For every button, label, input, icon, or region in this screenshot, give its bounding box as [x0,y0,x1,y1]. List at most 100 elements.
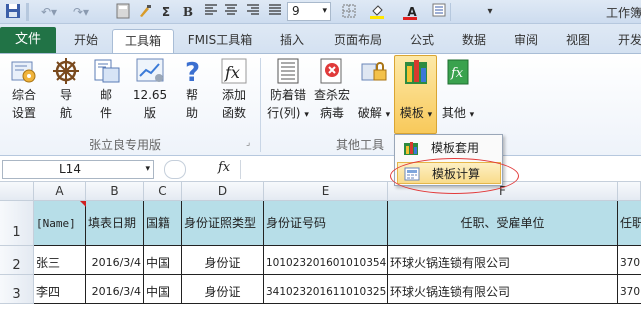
cell-f1[interactable]: 任职、受雇单位 [388,201,618,246]
cell-a1[interactable]: [Name] [34,201,86,246]
redo-icon[interactable]: ↷▾ [68,3,94,21]
general-settings-button[interactable]: 综合 设置 [6,56,42,122]
cell-f2[interactable]: 环球火锅连锁有限公司 [388,246,618,275]
name-box[interactable]: L14 ▾ [2,160,154,179]
template-calc-icon [404,166,420,182]
cell-e1[interactable]: 身份证号码 [264,201,388,246]
tab-page-layout[interactable]: 页面布局 [326,29,390,53]
menu-item-template-calc[interactable]: 模板计算 [397,162,501,184]
chevron-down-icon[interactable]: ▾ [145,161,150,178]
menu-item-label: 模板计算 [432,167,481,181]
menu-item-template-apply[interactable]: 模板套用 [397,137,501,159]
row-guard-button[interactable]: 防着错 行(列) ▾ [266,56,310,124]
cell-e2[interactable]: 101023201601010354 [264,246,388,275]
save-icon[interactable] [4,3,22,21]
button-label-line2: 航 [59,106,72,120]
cell-d2[interactable]: 身份证 [182,246,264,275]
tab-data[interactable]: 数据 [454,29,494,53]
group-label-other-tools: 其他工具 [335,138,384,152]
formula-bar-resize-handle[interactable] [164,160,186,179]
align-left-icon[interactable] [202,3,220,21]
template-button[interactable]: 模板 ▾ [395,56,437,124]
ribbon-toolbox-panel: 综合 设置 导 航 邮 件 12.65 版 ? 帮 助 fx 添加 函数 张立良… [0,53,641,156]
row-header-3[interactable]: 3 [0,275,34,304]
tab-fmis-toolbox[interactable]: FMIS工具箱 [180,29,260,53]
cell-a2[interactable]: 张三 [34,246,86,275]
cell-a3[interactable]: 李四 [34,275,86,304]
undo-icon[interactable]: ↶▾ [36,3,62,21]
add-function-button[interactable]: fx 添加 函数 [214,56,254,122]
select-all-corner[interactable] [0,182,34,201]
button-label-line1: 帮 [185,88,198,102]
cell-c3[interactable]: 中国 [144,275,182,304]
window-title: 工作簿 [606,6,641,20]
button-label-line2: 版 [143,106,156,120]
fill-color-icon[interactable] [366,3,390,21]
help-button[interactable]: ? 帮 助 [176,56,208,122]
version-button[interactable]: 12.65 版 [128,56,172,122]
tab-toolbox[interactable]: 工具箱 [112,29,174,53]
other-button[interactable]: fx 其他 ▾ [438,56,478,124]
button-label-line2: 行(列) ▾ [267,106,309,120]
cell-e3[interactable]: 341023201611010325 [264,275,388,304]
column-header-b[interactable]: B [86,182,144,201]
macro-virus-scan-button[interactable]: 查杀宏 病毒 [312,56,352,122]
cell-b2[interactable]: 2016/3/4 [86,246,144,275]
cell-d1[interactable]: 身份证照类型 [182,201,264,246]
template-dropdown-menu: 模板套用 模板计算 [394,134,503,186]
customize-arrow-icon[interactable]: ▾ [484,3,496,21]
align-center-icon[interactable] [222,3,240,21]
row-header-1[interactable]: 1 [0,201,34,246]
align-right-icon[interactable] [244,3,262,21]
bold-icon[interactable]: B [180,3,196,21]
cell-g1[interactable]: 任职 [618,201,641,246]
chevron-down-icon[interactable]: ▾ [322,3,327,20]
tab-formulas[interactable]: 公式 [402,29,442,53]
cell-g3[interactable]: 3701 [618,275,641,304]
font-size-field[interactable]: 9 ▾ [287,2,331,21]
version-chart-icon [135,56,165,86]
cell-c2[interactable]: 中国 [144,246,182,275]
navigation-button[interactable]: 导 航 [48,56,84,122]
macro-virus-icon [317,56,347,86]
help-icon: ? [177,56,207,88]
dialog-launcher-icon[interactable]: ⌟ [246,138,250,148]
tab-file[interactable]: 文件 [0,27,56,53]
list-icon[interactable] [430,3,448,21]
cell-f3[interactable]: 环球火锅连锁有限公司 [388,275,618,304]
tab-developer[interactable]: 开发 [610,29,641,53]
button-label-line1 [395,86,437,104]
cell-g2[interactable]: 3701 [618,246,641,275]
mail-button[interactable]: 邮 件 [88,56,124,122]
tab-home[interactable]: 开始 [64,29,108,53]
row-header-2[interactable]: 2 [0,246,34,275]
row-guard-icon [273,56,303,86]
tab-review[interactable]: 审阅 [506,29,546,53]
svg-text:fx: fx [450,66,464,81]
button-label-line2: 函数 [221,106,246,120]
column-header-e[interactable]: E [264,182,388,201]
column-header-d[interactable]: D [182,182,264,201]
border-icon[interactable] [338,3,360,21]
button-label-line1: 添加 [221,88,246,102]
sum-icon[interactable]: Σ [158,3,174,21]
justify-icon[interactable] [266,3,284,21]
column-header-c[interactable]: C [144,182,182,201]
tab-insert[interactable]: 插入 [270,29,314,53]
button-label-line1: 导 [59,88,72,102]
column-header-a[interactable]: A [34,182,86,201]
cell-b3[interactable]: 2016/3/4 [86,275,144,304]
tab-view[interactable]: 视图 [558,29,598,53]
column-header-g[interactable] [618,182,641,201]
cell-d3[interactable]: 身份证 [182,275,264,304]
font-color-icon[interactable]: A [400,3,424,21]
crack-button[interactable]: 破解 ▾ [354,56,394,124]
cell-b1[interactable]: 填表日期 [86,201,144,246]
cell-c1[interactable]: 国籍 [144,201,182,246]
button-label-line1: 查杀宏 [313,88,350,102]
cell-reference: L14 [59,162,81,176]
brush-icon[interactable] [136,3,154,21]
button-label-line2: 破解 ▾ [357,106,391,120]
insert-function-icon[interactable]: fx [218,160,230,175]
calc-icon[interactable] [114,3,132,21]
